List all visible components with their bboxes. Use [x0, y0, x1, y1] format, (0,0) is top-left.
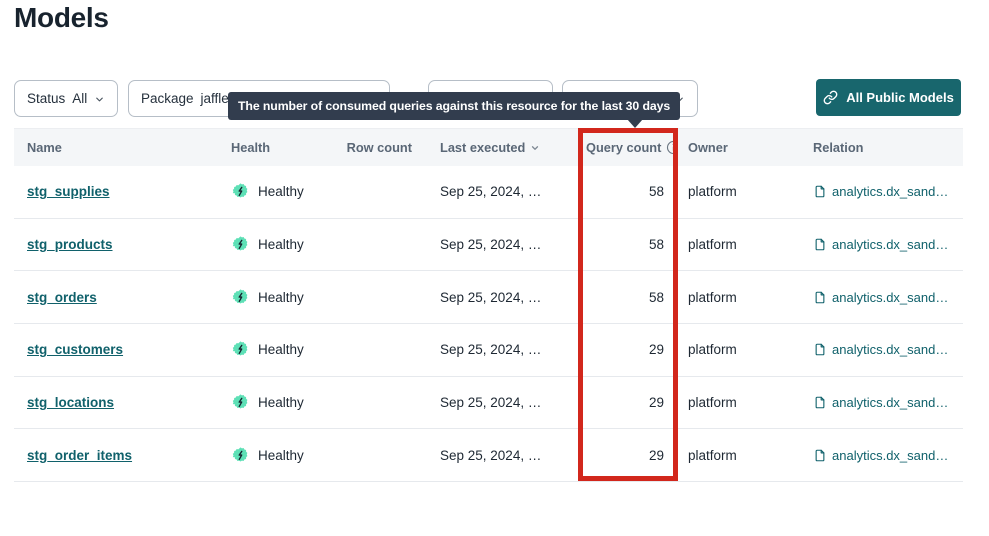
relation-link[interactable]: analytics.dx_sand…	[832, 342, 948, 357]
health-seal-pulse-icon	[231, 235, 250, 254]
status-filter-label: Status	[27, 91, 65, 106]
query-count-tooltip: The number of consumed queries against t…	[228, 92, 680, 120]
health-seal-pulse-icon	[231, 288, 250, 307]
status-filter-value: All	[72, 91, 87, 106]
page-title: Models	[14, 2, 109, 34]
relation-link[interactable]: analytics.dx_sand…	[832, 184, 948, 199]
table-header-row: Name Health Row count Last executed Quer…	[14, 129, 963, 166]
query-count-value: 58	[578, 271, 678, 324]
query-count-value: 29	[578, 376, 678, 429]
model-name-link[interactable]: stg_orders	[27, 290, 97, 305]
column-header-row-count: Row count	[330, 129, 418, 166]
health-status-text: Healthy	[258, 290, 304, 305]
link-icon	[823, 90, 838, 105]
tooltip-text: The number of consumed queries against t…	[238, 99, 670, 113]
relation-link[interactable]: analytics.dx_sand…	[832, 395, 948, 410]
column-header-relation: Relation	[803, 129, 963, 166]
health-seal-pulse-icon	[231, 393, 250, 412]
row-count-value	[330, 218, 418, 271]
health-seal-pulse-icon	[231, 182, 250, 201]
last-executed-value: Sep 25, 2024, …	[418, 218, 578, 271]
column-header-name: Name	[14, 129, 218, 166]
chevron-down-icon[interactable]	[530, 143, 540, 153]
health-status-text: Healthy	[258, 184, 304, 199]
health-status-text: Healthy	[258, 395, 304, 410]
column-header-last-executed[interactable]: Last executed	[418, 129, 578, 166]
file-icon	[813, 184, 827, 199]
tooltip-arrow	[627, 119, 643, 128]
query-count-value: 58	[578, 166, 678, 219]
model-name-link[interactable]: stg_customers	[27, 342, 123, 357]
table-row: stg_locations Healthy Sep 25, 2024, … 29…	[14, 376, 963, 429]
file-icon	[813, 290, 827, 305]
health-status-text: Healthy	[258, 237, 304, 252]
health-seal-pulse-icon	[231, 446, 250, 465]
row-count-value	[330, 271, 418, 324]
query-count-value: 29	[578, 429, 678, 482]
column-header-query-count: Query count	[578, 129, 678, 166]
file-icon	[813, 448, 827, 463]
owner-value: platform	[678, 376, 803, 429]
relation-link[interactable]: analytics.dx_sand…	[832, 237, 948, 252]
package-filter-label: Package	[141, 91, 194, 106]
file-icon	[813, 395, 827, 410]
column-header-owner: Owner	[678, 129, 803, 166]
relation-link[interactable]: analytics.dx_sand…	[832, 290, 948, 305]
model-name-link[interactable]: stg_supplies	[27, 184, 110, 199]
owner-value: platform	[678, 271, 803, 324]
file-icon	[813, 342, 827, 357]
info-icon[interactable]	[666, 140, 678, 155]
owner-value: platform	[678, 218, 803, 271]
query-count-value: 29	[578, 324, 678, 377]
last-executed-value: Sep 25, 2024, …	[418, 429, 578, 482]
table-row: stg_customers Healthy Sep 25, 2024, … 29…	[14, 324, 963, 377]
row-count-value	[330, 429, 418, 482]
health-status-text: Healthy	[258, 448, 304, 463]
table-row: stg_supplies Healthy Sep 25, 2024, … 58 …	[14, 166, 963, 219]
column-header-health: Health	[218, 129, 330, 166]
last-executed-value: Sep 25, 2024, …	[418, 166, 578, 219]
health-status-text: Healthy	[258, 342, 304, 357]
health-seal-pulse-icon	[231, 340, 250, 359]
row-count-value	[330, 324, 418, 377]
chevron-down-icon	[94, 94, 105, 105]
row-count-value	[330, 376, 418, 429]
model-name-link[interactable]: stg_products	[27, 237, 113, 252]
file-icon	[813, 237, 827, 252]
model-name-link[interactable]: stg_locations	[27, 395, 114, 410]
all-public-models-button[interactable]: All Public Models	[816, 79, 961, 116]
table-row: stg_orders Healthy Sep 25, 2024, … 58 pl…	[14, 271, 963, 324]
table-row: stg_order_items Healthy Sep 25, 2024, … …	[14, 429, 963, 482]
owner-value: platform	[678, 166, 803, 219]
model-name-link[interactable]: stg_order_items	[27, 448, 132, 463]
last-executed-value: Sep 25, 2024, …	[418, 376, 578, 429]
all-public-models-label: All Public Models	[846, 90, 954, 105]
models-table: Name Health Row count Last executed Quer…	[14, 128, 963, 482]
query-count-value: 58	[578, 218, 678, 271]
relation-link[interactable]: analytics.dx_sand…	[832, 448, 948, 463]
table-row: stg_products Healthy Sep 25, 2024, … 58 …	[14, 218, 963, 271]
row-count-value	[330, 166, 418, 219]
owner-value: platform	[678, 429, 803, 482]
status-filter-dropdown[interactable]: Status All	[14, 80, 118, 117]
last-executed-label: Last executed	[440, 140, 525, 155]
query-count-label: Query count	[586, 140, 661, 155]
models-page: Models Status All Package jaffle_ All Pu…	[0, 0, 989, 536]
last-executed-value: Sep 25, 2024, …	[418, 271, 578, 324]
owner-value: platform	[678, 324, 803, 377]
last-executed-value: Sep 25, 2024, …	[418, 324, 578, 377]
